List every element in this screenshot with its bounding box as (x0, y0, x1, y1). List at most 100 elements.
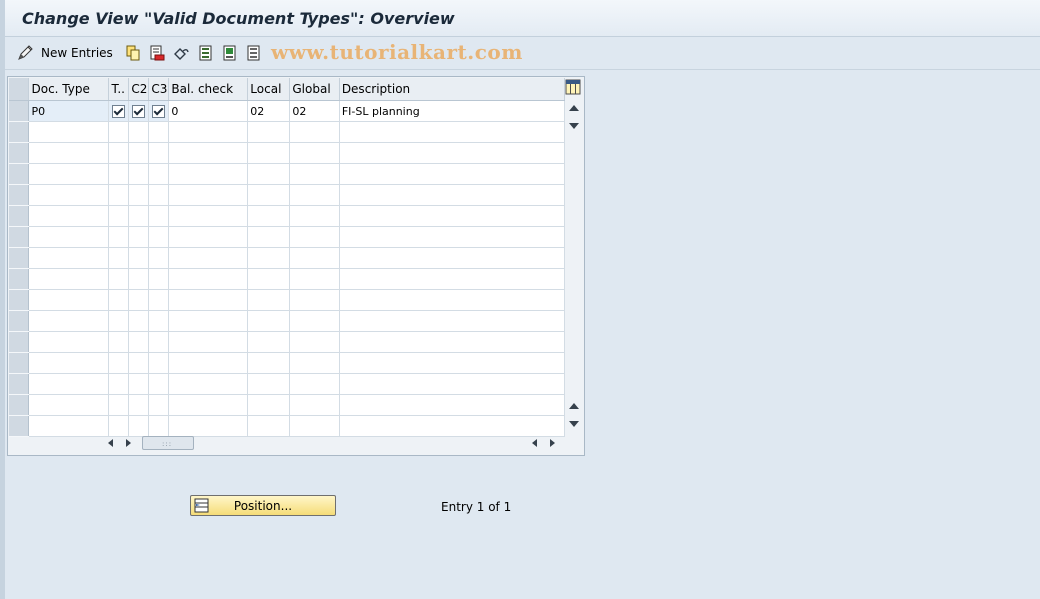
empty-cell[interactable] (339, 205, 566, 227)
column-header-bal-check[interactable]: Bal. check (168, 78, 249, 101)
empty-cell[interactable] (168, 352, 249, 374)
select-block-icon[interactable] (222, 43, 238, 63)
empty-cell[interactable] (339, 289, 566, 311)
empty-cell[interactable] (148, 205, 170, 227)
row-selector[interactable] (9, 331, 30, 353)
select-all-icon[interactable] (198, 43, 214, 63)
empty-cell[interactable] (168, 184, 249, 206)
empty-cell[interactable] (168, 142, 249, 164)
row-selector[interactable] (9, 100, 30, 122)
empty-cell[interactable] (108, 268, 130, 290)
empty-cell[interactable] (128, 268, 150, 290)
empty-cell[interactable] (168, 205, 249, 227)
column-header-c2[interactable]: C2 (128, 78, 150, 101)
empty-cell[interactable] (28, 142, 110, 164)
column-header-doc-type[interactable]: Doc. Type (28, 78, 110, 101)
row-selector[interactable] (9, 121, 30, 143)
empty-cell[interactable] (28, 226, 110, 248)
empty-cell[interactable] (289, 121, 340, 143)
scroll-page-down-icon[interactable] (569, 421, 579, 427)
row-selector[interactable] (9, 310, 30, 332)
empty-cell[interactable] (28, 268, 110, 290)
empty-cell[interactable] (148, 163, 170, 185)
empty-cell[interactable] (148, 394, 170, 416)
row-selector[interactable] (9, 268, 30, 290)
empty-cell[interactable] (148, 184, 170, 206)
empty-cell[interactable] (168, 268, 249, 290)
empty-cell[interactable] (289, 289, 340, 311)
empty-cell[interactable] (339, 394, 566, 416)
empty-cell[interactable] (108, 205, 130, 227)
column-header-local[interactable]: Local (247, 78, 291, 101)
copy-icon[interactable] (125, 43, 141, 63)
row-selector[interactable] (9, 289, 30, 311)
column-header-description[interactable]: Description (339, 78, 566, 101)
empty-cell[interactable] (168, 121, 249, 143)
empty-cell[interactable] (168, 289, 249, 311)
vertical-scrollbar[interactable] (565, 99, 583, 435)
empty-cell[interactable] (148, 352, 170, 374)
empty-cell[interactable] (108, 310, 130, 332)
scroll-page-up-icon[interactable] (569, 403, 579, 409)
empty-cell[interactable] (128, 310, 150, 332)
empty-cell[interactable] (339, 142, 566, 164)
empty-cell[interactable] (247, 289, 291, 311)
empty-cell[interactable] (148, 310, 170, 332)
row-selector[interactable] (9, 247, 30, 269)
table-settings-icon[interactable] (565, 79, 581, 95)
empty-cell[interactable] (148, 142, 170, 164)
empty-cell[interactable] (289, 352, 340, 374)
empty-cell[interactable] (247, 268, 291, 290)
empty-cell[interactable] (28, 310, 110, 332)
empty-cell[interactable] (247, 394, 291, 416)
c3-checkbox[interactable] (152, 104, 166, 118)
scroll-down-icon[interactable] (569, 123, 579, 129)
column-header-c3[interactable]: C3 (148, 78, 170, 101)
row-selector[interactable] (9, 394, 30, 416)
empty-cell[interactable] (108, 289, 130, 311)
row-selector[interactable] (9, 184, 30, 206)
empty-cell[interactable] (247, 226, 291, 248)
row-selector[interactable] (9, 352, 30, 374)
c2-checkbox[interactable] (132, 104, 146, 118)
empty-cell[interactable] (148, 331, 170, 353)
row-selector[interactable] (9, 205, 30, 227)
horizontal-scrollbar[interactable]: ::: (100, 434, 565, 452)
empty-cell[interactable] (128, 352, 150, 374)
empty-cell[interactable] (339, 310, 566, 332)
scroll-far-right-icon[interactable] (550, 439, 555, 447)
column-header-t[interactable]: T.. (108, 78, 130, 101)
empty-cell[interactable] (339, 121, 566, 143)
scroll-left-icon[interactable] (108, 439, 113, 447)
empty-cell[interactable] (289, 373, 340, 395)
empty-cell[interactable] (128, 394, 150, 416)
empty-cell[interactable] (28, 163, 110, 185)
empty-cell[interactable] (339, 331, 566, 353)
row-selector[interactable] (9, 373, 30, 395)
empty-cell[interactable] (108, 226, 130, 248)
empty-cell[interactable] (247, 121, 291, 143)
empty-cell[interactable] (289, 184, 340, 206)
empty-cell[interactable] (108, 163, 130, 185)
empty-cell[interactable] (128, 247, 150, 269)
empty-cell[interactable] (289, 268, 340, 290)
empty-cell[interactable] (247, 142, 291, 164)
empty-cell[interactable] (247, 205, 291, 227)
empty-cell[interactable] (247, 163, 291, 185)
empty-cell[interactable] (247, 373, 291, 395)
row-selector[interactable] (9, 415, 30, 437)
empty-cell[interactable] (247, 184, 291, 206)
empty-cell[interactable] (108, 184, 130, 206)
empty-cell[interactable] (148, 247, 170, 269)
empty-cell[interactable] (128, 142, 150, 164)
empty-cell[interactable] (128, 184, 150, 206)
empty-cell[interactable] (339, 373, 566, 395)
bal-check-input[interactable]: 0 (168, 100, 249, 122)
empty-cell[interactable] (247, 331, 291, 353)
doc-type-cell[interactable]: P0 (28, 100, 110, 122)
empty-cell[interactable] (148, 121, 170, 143)
empty-cell[interactable] (108, 121, 130, 143)
empty-cell[interactable] (28, 331, 110, 353)
empty-cell[interactable] (247, 247, 291, 269)
empty-cell[interactable] (108, 373, 130, 395)
